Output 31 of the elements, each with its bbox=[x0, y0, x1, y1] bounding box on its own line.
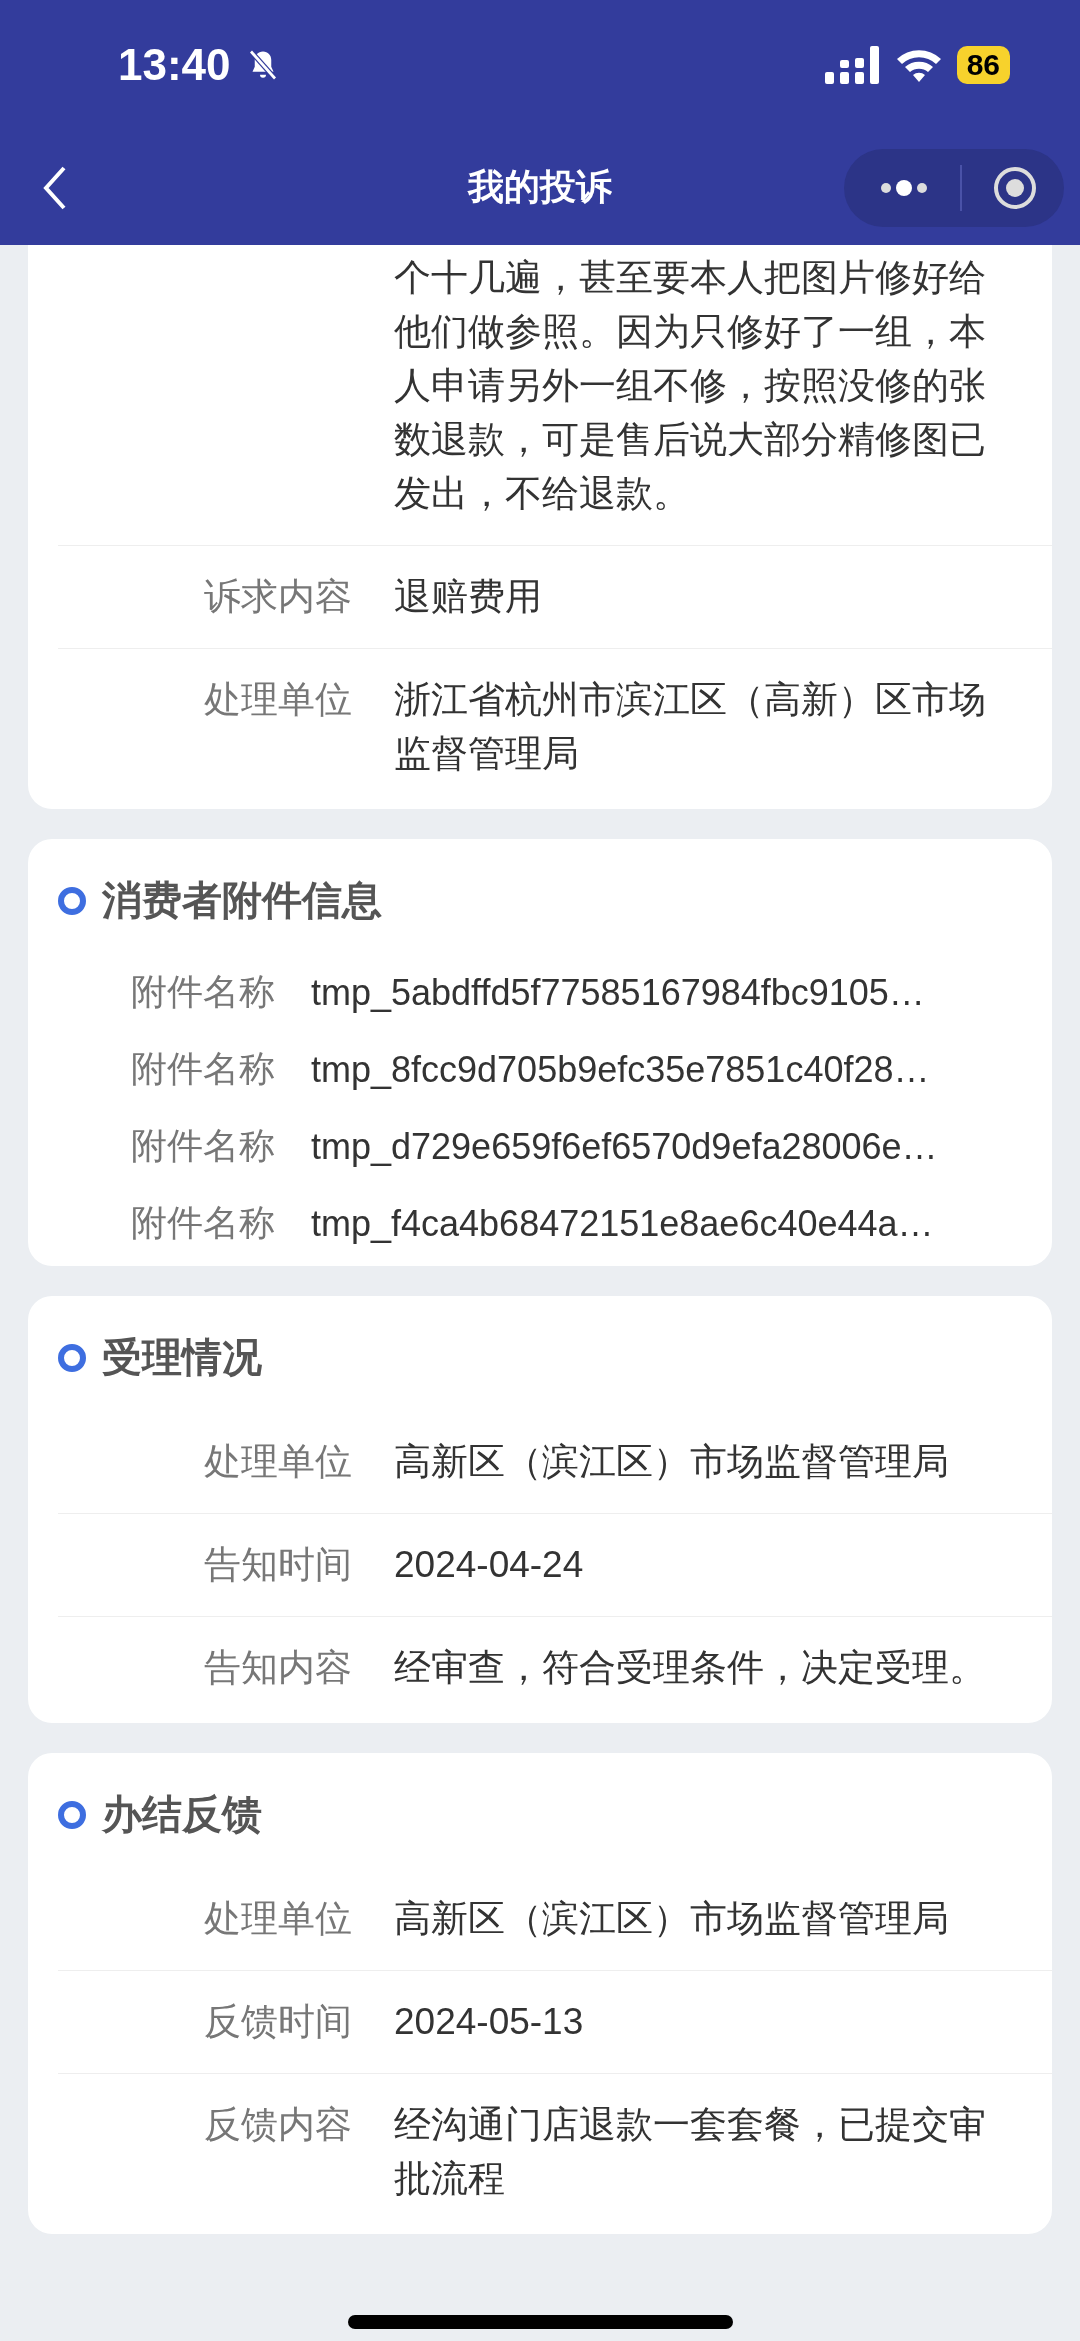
section-title: 受理情况 bbox=[102, 1334, 262, 1381]
section-title: 消费者附件信息 bbox=[102, 877, 382, 924]
field-value: 退赔费用 bbox=[394, 575, 542, 619]
field-value: 经沟通门店退款一套套餐，已提交审批流程 bbox=[394, 2103, 987, 2201]
field-value: 2024-05-13 bbox=[394, 2000, 584, 2044]
attachment-link[interactable]: tmp_f4ca4b68472151e8ae6c40e44a… bbox=[311, 1202, 934, 1245]
page-title: 我的投诉 bbox=[468, 165, 612, 209]
field-label: 告知内容 bbox=[204, 1647, 352, 1688]
field-label: 附件名称 bbox=[130, 1201, 275, 1245]
field-value: 高新区（滨江区）市场监督管理局 bbox=[394, 1897, 949, 1941]
field-label: 附件名称 bbox=[130, 1124, 275, 1168]
field-label: 附件名称 bbox=[130, 970, 275, 1014]
field-value: 个十几遍，甚至要本人把图片修好给他们做参照。因为只修好了一组，本人申请另外一组不修，按照没修的张数退款，可是售后说大部分精修图已发出，不给退款。 bbox=[394, 256, 987, 516]
attachment-link[interactable]: tmp_8fcc9d705b9efc35e7851c40f28… bbox=[311, 1048, 930, 1091]
field-value: 2024-04-24 bbox=[394, 1543, 584, 1587]
field-label: 附件名称 bbox=[130, 1047, 275, 1091]
status-time: 13:40 bbox=[118, 40, 231, 90]
field-label: 反馈时间 bbox=[204, 2001, 352, 2042]
field-label: 告知时间 bbox=[204, 1544, 352, 1585]
field-value: 经审查，符合受理条件，决定受理。 bbox=[394, 1646, 986, 1690]
battery-indicator: 86 bbox=[956, 46, 1010, 84]
field-label: 处理单位 bbox=[204, 679, 352, 720]
attachment-link[interactable]: tmp_d729e659f6ef6570d9efa28006e… bbox=[311, 1125, 938, 1168]
field-label: 反馈内容 bbox=[204, 2104, 352, 2145]
field-label: 处理单位 bbox=[204, 1898, 352, 1939]
field-label: 诉求内容 bbox=[204, 576, 352, 617]
field-value: 高新区（滨江区）市场监督管理局 bbox=[394, 1440, 949, 1484]
section-title: 办结反馈 bbox=[102, 1791, 262, 1838]
field-label: 处理单位 bbox=[204, 1441, 352, 1482]
field-value: 浙江省杭州市滨江区（高新）区市场监督管理局 bbox=[394, 678, 987, 776]
attachment-link[interactable]: tmp_5abdffd5f77585167984fbc9105… bbox=[311, 971, 925, 1014]
